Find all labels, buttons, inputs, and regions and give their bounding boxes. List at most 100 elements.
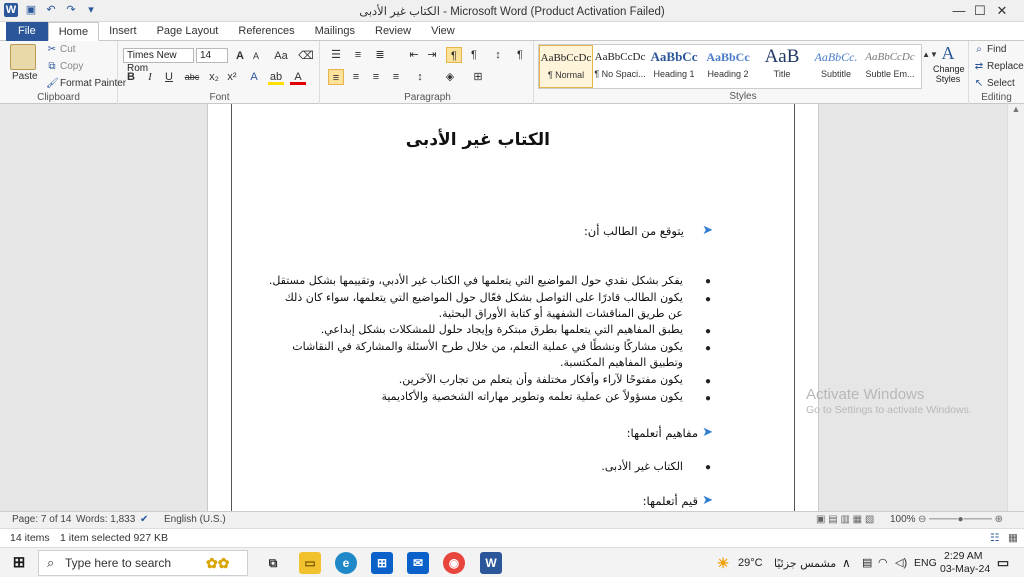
zoom-slider[interactable]: ⊖ ────●──── ⊕ [918, 514, 1003, 525]
superscript-button[interactable]: x² [224, 69, 240, 85]
window-title: الكتاب غير الأدبى - Microsoft Word (Prod… [359, 6, 665, 18]
italic-button[interactable]: I [142, 69, 158, 85]
weather-description[interactable]: مشمس جزئيًا [774, 557, 836, 570]
input-language[interactable]: ENG [914, 557, 937, 569]
tray-network-icon[interactable]: ▤ [862, 556, 872, 569]
tab-review[interactable]: Review [365, 22, 421, 41]
paste-icon[interactable] [10, 44, 36, 70]
style-preview: AaBbCcDc [865, 51, 915, 63]
explorer-status: 14 items 1 item selected 927 KB ☷ ▦ [0, 528, 1024, 547]
bullet-item: يكون مفتوحًا لآراء وأفكار مختلفة وأن يتع… [398, 373, 683, 386]
edge-icon[interactable]: e [335, 552, 357, 574]
clear-formatting-icon[interactable]: ⌫ [298, 48, 314, 64]
tab-view[interactable]: View [421, 22, 465, 41]
tray-wifi-icon[interactable]: ◠ [878, 556, 888, 569]
view-buttons-icon[interactable]: ▣ ▤ ▥ ▦ ▧ [816, 514, 874, 525]
copy-icon: ⧉ [48, 61, 56, 72]
select-button[interactable]: ↖ Select [973, 78, 1015, 89]
bullet-icon: ● [705, 343, 712, 354]
concepts-heading: مفاهيم أتعلمها: [626, 426, 698, 440]
justify-icon[interactable]: ≡ [388, 69, 404, 85]
file-explorer-icon[interactable]: ▭ [299, 552, 321, 574]
language-indicator[interactable]: English (U.S.) [164, 514, 226, 525]
bold-button[interactable]: B [123, 69, 139, 85]
copy-button[interactable]: ⧉ Copy [46, 61, 83, 72]
windows-start-icon[interactable]: ⊞ [8, 552, 30, 574]
clock-time[interactable]: 2:29 AM [944, 550, 983, 562]
store-icon[interactable]: ⊞ [371, 552, 393, 574]
arrow-bullet-icon: ➤ [702, 425, 713, 440]
format-painter-button[interactable]: 🖌Format Painter [46, 78, 126, 89]
numbering-icon[interactable]: ≡ [350, 47, 366, 63]
tab-page-layout[interactable]: Page Layout [147, 22, 229, 41]
style-heading-2[interactable]: AaBbCc Heading 2 [701, 45, 755, 88]
document-page[interactable]: الكتاب غير الأدبى ➤ يتوقع من الطالب أن: … [207, 104, 819, 511]
weather-icon[interactable]: ☀ [712, 552, 734, 574]
word-taskbar-icon[interactable]: W [480, 552, 502, 574]
paste-button[interactable]: Paste [12, 71, 38, 82]
scroll-up-icon[interactable]: ▲ [1008, 104, 1024, 114]
ltr-direction-icon[interactable]: ¶ [446, 47, 462, 63]
tray-chevron-icon[interactable]: ∧ [842, 556, 851, 570]
multilevel-list-icon[interactable]: ≣ [372, 47, 388, 63]
style-name: Subtle Em... [865, 69, 915, 79]
tab-mailings[interactable]: Mailings [305, 22, 365, 41]
style-no-spacing[interactable]: AaBbCcDc ¶ No Spaci... [593, 45, 647, 88]
shrink-font-button[interactable]: A [248, 48, 264, 64]
style-heading-1[interactable]: AaBbCc Heading 1 [647, 45, 701, 88]
replace-button[interactable]: ⇄ Replace [973, 61, 1024, 72]
mail-icon[interactable]: ✉ [407, 552, 429, 574]
decrease-indent-icon[interactable]: ⇤ [406, 47, 422, 63]
text-effects-icon[interactable]: A [246, 69, 262, 85]
font-size-select[interactable]: 14 [196, 48, 228, 63]
tray-volume-icon[interactable]: ◁) [895, 556, 907, 569]
line-spacing-icon[interactable]: ↕ [412, 69, 428, 85]
details-view-icon[interactable]: ☷ [990, 532, 999, 544]
style-normal[interactable]: AaBbCcDc ¶ Normal [539, 45, 593, 88]
cut-button[interactable]: ✂ Cut [46, 44, 76, 55]
tab-home[interactable]: Home [47, 22, 100, 41]
proofing-icon[interactable]: ✔ [140, 514, 148, 525]
notifications-icon[interactable]: ▭ [992, 552, 1014, 574]
grow-font-button[interactable]: A [232, 48, 248, 64]
bullets-icon[interactable]: ☰ [328, 47, 344, 63]
word-count[interactable]: Words: 1,833 [76, 514, 135, 525]
shading-icon[interactable]: ◈ [442, 69, 458, 85]
strikethrough-button[interactable]: abc [182, 69, 202, 85]
style-title[interactable]: AaB Title [755, 45, 809, 88]
page-count[interactable]: Page: 7 of 14 [12, 514, 72, 525]
style-subtitle[interactable]: AaBbCc. Subtitle [809, 45, 863, 88]
rtl-direction-icon[interactable]: ¶ [466, 47, 482, 63]
change-styles-button[interactable]: A Change Styles [933, 43, 965, 84]
close-button[interactable]: ✕ [980, 0, 1024, 22]
font-color-icon[interactable]: A [290, 69, 306, 85]
chrome-icon[interactable]: ◉ [443, 552, 465, 574]
tab-insert[interactable]: Insert [99, 22, 147, 41]
underline-button[interactable]: U [161, 69, 177, 85]
align-right-icon[interactable]: ≡ [368, 69, 384, 85]
find-button[interactable]: ⌕ Find [973, 44, 1006, 55]
highlight-icon[interactable]: ab [268, 69, 284, 85]
font-name-select[interactable]: Times New Rom [123, 48, 194, 74]
increase-indent-icon[interactable]: ⇥ [424, 47, 440, 63]
subscript-button[interactable]: x₂ [206, 69, 222, 85]
align-center-icon[interactable]: ≡ [348, 69, 364, 85]
tab-references[interactable]: References [228, 22, 304, 41]
style-subtle-emphasis[interactable]: AaBbCcDc Subtle Em... [863, 45, 917, 88]
bullet-item: يكون مسؤولاً عن عملية تعلمه وتطوير مهارا… [381, 390, 683, 403]
large-icons-view-icon[interactable]: ▦ [1008, 532, 1018, 544]
bullet-item: يفكر بشكل نقدي حول المواضيع التي يتعلمها… [268, 274, 683, 287]
weather-temperature[interactable]: 29°C [738, 557, 763, 569]
show-marks-icon[interactable]: ¶ [512, 47, 528, 63]
task-view-icon[interactable]: ⧉ [262, 552, 284, 574]
clock-date[interactable]: 03-May-24 [940, 563, 990, 575]
change-case-button[interactable]: Aa [270, 48, 292, 64]
zoom-level[interactable]: 100% [890, 514, 916, 525]
borders-icon[interactable]: ⊞ [470, 69, 486, 85]
tab-file[interactable]: File [6, 22, 48, 41]
document-area: الكتاب غير الأدبى ➤ يتوقع من الطالب أن: … [0, 104, 1024, 511]
sort-icon[interactable]: ↕ [490, 47, 506, 63]
arrow-bullet-icon: ➤ [702, 493, 713, 508]
vertical-scrollbar[interactable]: ▲ [1007, 104, 1024, 511]
align-left-icon[interactable]: ≡ [328, 69, 344, 85]
